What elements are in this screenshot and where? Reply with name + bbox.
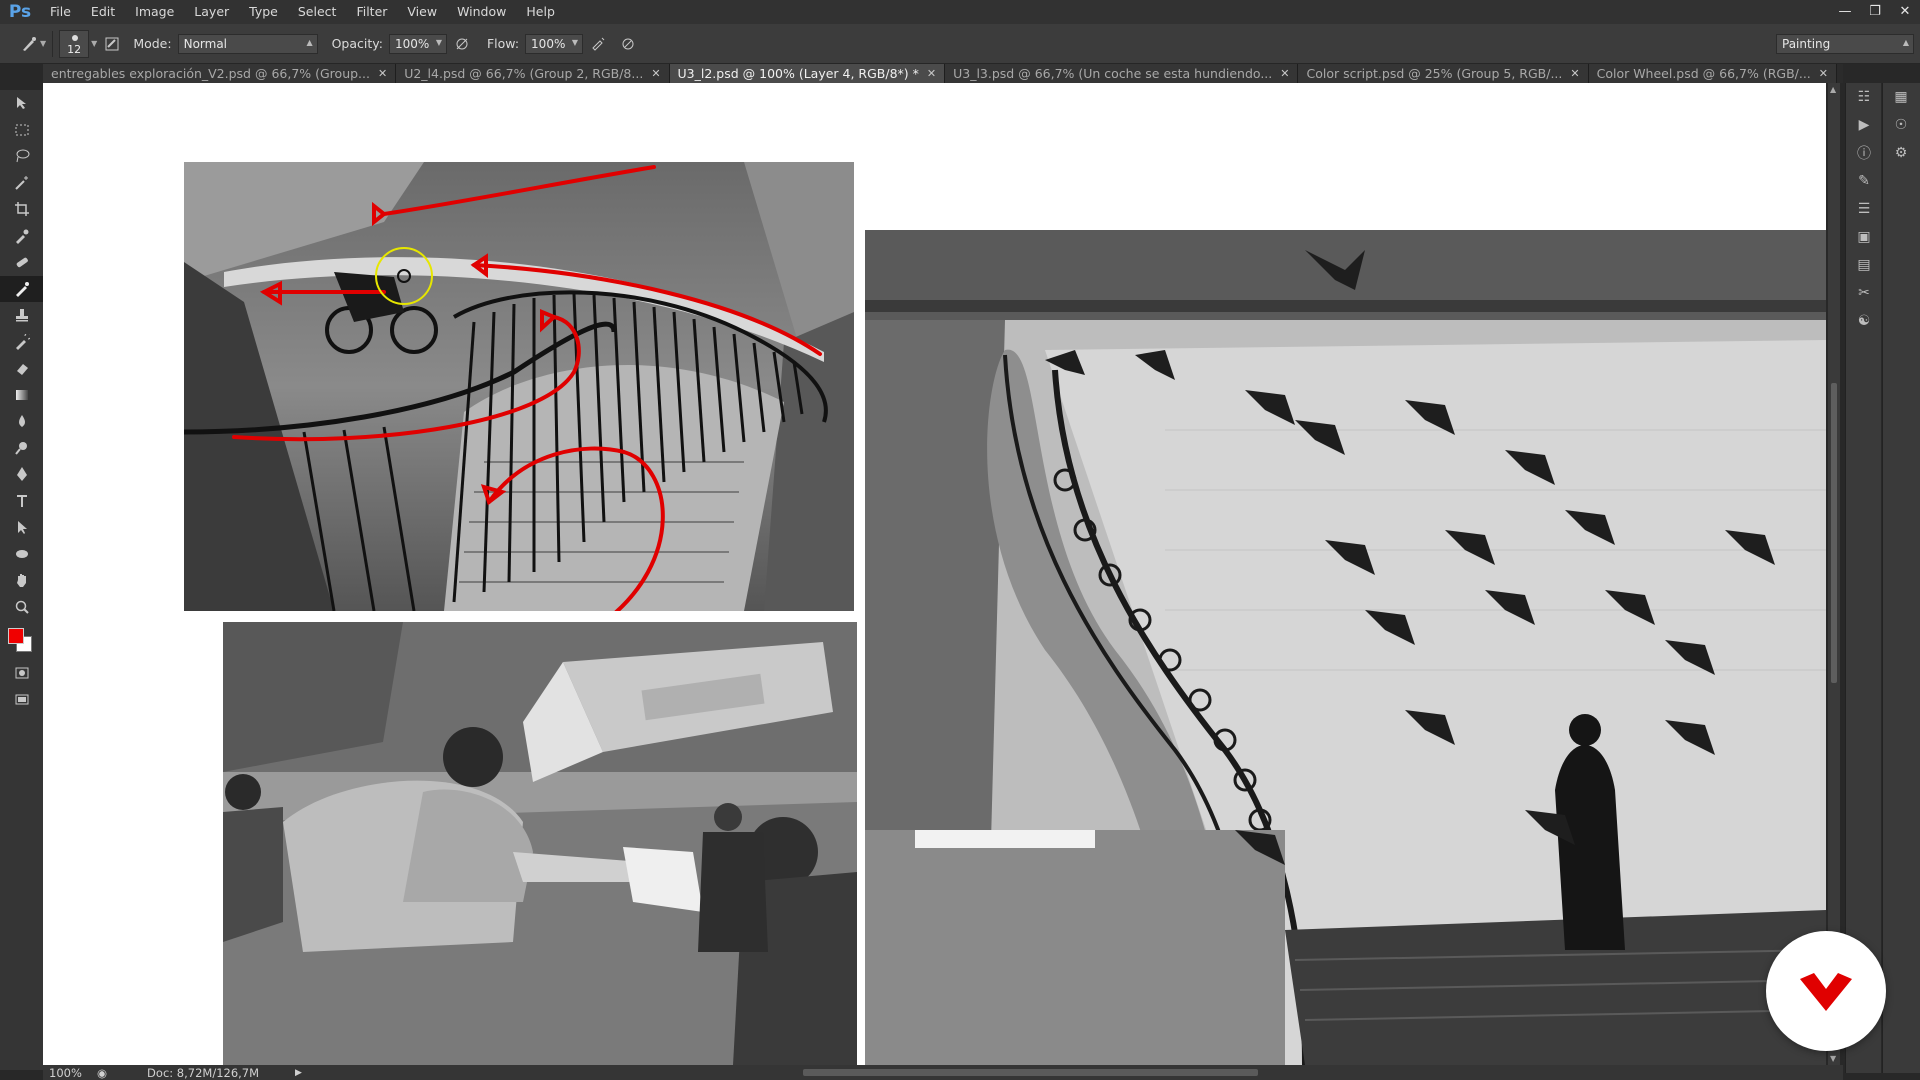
menu-help[interactable]: Help <box>516 0 565 24</box>
actions-panel-icon[interactable]: ▶ <box>1846 111 1882 139</box>
layers-panel-icon[interactable]: ▦ <box>1883 83 1919 111</box>
vertical-scrollbar[interactable]: ▲ ▼ <box>1828 83 1840 1065</box>
opacity-field[interactable]: 100% ▼ <box>388 33 447 54</box>
tab-color-wheel[interactable]: Color Wheel.psd @ 66,7% (RGB/... ✕ <box>1588 64 1837 83</box>
close-tab-icon[interactable]: ✕ <box>651 64 660 83</box>
mode-dropdown[interactable]: Normal ▲ <box>177 33 318 54</box>
brush-preset-icon[interactable] <box>18 33 40 55</box>
airbrush-icon[interactable] <box>587 33 609 55</box>
tab-u3-l2[interactable]: U3_l2.psd @ 100% (Layer 4, RGB/8*) * ✕ <box>669 64 946 83</box>
move-icon[interactable] <box>0 90 43 117</box>
close-tab-icon[interactable]: ✕ <box>1570 64 1579 83</box>
scroll-up-icon[interactable]: ▲ <box>1830 85 1836 94</box>
menu-filter[interactable]: Filter <box>346 0 397 24</box>
brush-size-picker[interactable]: 12 <box>59 29 90 58</box>
close-tab-icon[interactable]: ✕ <box>1280 64 1289 83</box>
close-tab-icon[interactable]: ✕ <box>927 64 936 83</box>
scroll-down-icon[interactable]: ▼ <box>1830 1054 1836 1063</box>
photo-stairs-cyclist <box>184 162 854 611</box>
clone-source-icon[interactable]: ▣ <box>1846 223 1882 251</box>
healing-icon[interactable] <box>0 249 43 276</box>
menu-type[interactable]: Type <box>239 0 288 24</box>
menu-bar: Ps File Edit Image Layer Type Select Fil… <box>0 0 1920 24</box>
dodge-icon[interactable] <box>0 435 43 462</box>
menu-window[interactable]: Window <box>447 0 516 24</box>
brush-panel-icon[interactable] <box>101 33 123 55</box>
status-bar: 100% ◉ Doc: 8,72M/126,7M ▶ <box>43 1065 1843 1080</box>
canvas-area[interactable] <box>43 83 1828 1065</box>
document-canvas[interactable] <box>43 83 1826 1065</box>
flow-label: Flow: <box>486 36 520 51</box>
menu-edit[interactable]: Edit <box>81 0 125 24</box>
eyedropper-icon[interactable] <box>0 223 43 250</box>
pressure-opacity-icon[interactable] <box>451 33 473 55</box>
path-select-icon[interactable] <box>0 514 43 541</box>
info-panel-icon[interactable]: ⓘ <box>1846 139 1882 167</box>
tab-color-script[interactable]: Color script.psd @ 25% (Group 5, RGB/...… <box>1298 64 1589 83</box>
doc-size: Doc: 8,72M/126,7M <box>147 1065 260 1080</box>
history-brush-icon[interactable] <box>0 329 43 356</box>
tab-u2-l4[interactable]: U2_l4.psd @ 66,7% (Group 2, RGB/8... ✕ <box>396 64 670 83</box>
minimize-icon[interactable]: — <box>1830 0 1860 22</box>
mode-label: Mode: <box>133 36 172 51</box>
photo-market-scene <box>223 622 857 1065</box>
shape-icon[interactable] <box>0 541 43 568</box>
magic-wand-icon[interactable] <box>0 170 43 197</box>
menu-file[interactable]: File <box>40 0 81 24</box>
eraser-icon[interactable] <box>0 355 43 382</box>
hand-icon[interactable] <box>0 567 43 594</box>
close-icon[interactable]: ✕ <box>1890 0 1920 22</box>
quick-mask-icon[interactable] <box>0 660 43 687</box>
color-swatches[interactable] <box>0 620 43 660</box>
type-icon[interactable] <box>0 488 43 515</box>
brush-panel-icon[interactable]: ✎ <box>1846 167 1882 195</box>
adjustments-panel-icon[interactable]: ☉ <box>1883 111 1919 139</box>
pressure-size-icon[interactable] <box>617 33 639 55</box>
workspace-dropdown[interactable]: Painting ▲ <box>1776 34 1914 54</box>
restore-icon[interactable]: ❐ <box>1860 0 1890 22</box>
horizontal-scroll-thumb[interactable] <box>803 1069 1258 1076</box>
document-tabs: entregables exploración_V2.psd @ 66,7% (… <box>43 64 1843 83</box>
status-menu-icon[interactable]: ▶ <box>295 1068 302 1078</box>
panel-dock-2: ▦ ☉ ⚙ <box>1882 83 1920 1073</box>
properties-panel-icon[interactable]: ⚙ <box>1883 139 1919 167</box>
gradient-icon[interactable] <box>0 382 43 409</box>
marquee-icon[interactable] <box>0 117 43 144</box>
zoom-level[interactable]: 100% <box>43 1066 93 1080</box>
crop-icon[interactable] <box>0 196 43 223</box>
watermark-logo <box>1766 931 1886 1051</box>
options-bar: ▼ 12 ▼ Mode: Normal ▲ Opacity: 100% ▼ Flow… <box>0 24 1920 64</box>
stamp-icon[interactable] <box>0 302 43 329</box>
tab-entregables[interactable]: entregables exploración_V2.psd @ 66,7% (… <box>43 64 397 83</box>
zoom-icon[interactable] <box>0 594 43 621</box>
lasso-icon[interactable] <box>0 143 43 170</box>
brush-icon[interactable] <box>0 275 43 302</box>
tool-presets-icon[interactable]: ▤ <box>1846 251 1882 279</box>
scroll-thumb[interactable] <box>1831 383 1837 683</box>
photo-stairs-pigeons <box>865 230 1826 1065</box>
photoshop-logo: Ps <box>8 2 32 22</box>
brush-tip-icon <box>72 34 79 41</box>
blur-icon[interactable] <box>0 408 43 435</box>
flow-field[interactable]: 100% ▼ <box>525 33 584 54</box>
foreground-color[interactable] <box>8 628 24 644</box>
menu-select[interactable]: Select <box>288 0 347 24</box>
screen-mode-icon[interactable] <box>0 687 43 714</box>
status-info-icon[interactable]: ◉ <box>97 1066 107 1080</box>
menu-image[interactable]: Image <box>125 0 184 24</box>
tab-u3-l3[interactable]: U3_l3.psd @ 66,7% (Un coche se esta hund… <box>945 64 1299 83</box>
opacity-label: Opacity: <box>331 36 383 51</box>
menu-layer[interactable]: Layer <box>184 0 239 24</box>
menu-view[interactable]: View <box>397 0 447 24</box>
panel-dock-1: ☷ ▶ ⓘ ✎ ☰ ▣ ▤ ✂ ☯ <box>1845 83 1881 1073</box>
layer-comps-icon[interactable]: ☯ <box>1846 307 1882 335</box>
toolbox <box>0 90 43 1070</box>
history-panel-icon[interactable]: ☷ <box>1846 83 1882 111</box>
pen-icon[interactable] <box>0 461 43 488</box>
close-tab-icon[interactable]: ✕ <box>378 64 387 83</box>
close-tab-icon[interactable]: ✕ <box>1819 64 1828 83</box>
tools-panel-icon[interactable]: ✂ <box>1846 279 1882 307</box>
brush-presets-icon[interactable]: ☰ <box>1846 195 1882 223</box>
